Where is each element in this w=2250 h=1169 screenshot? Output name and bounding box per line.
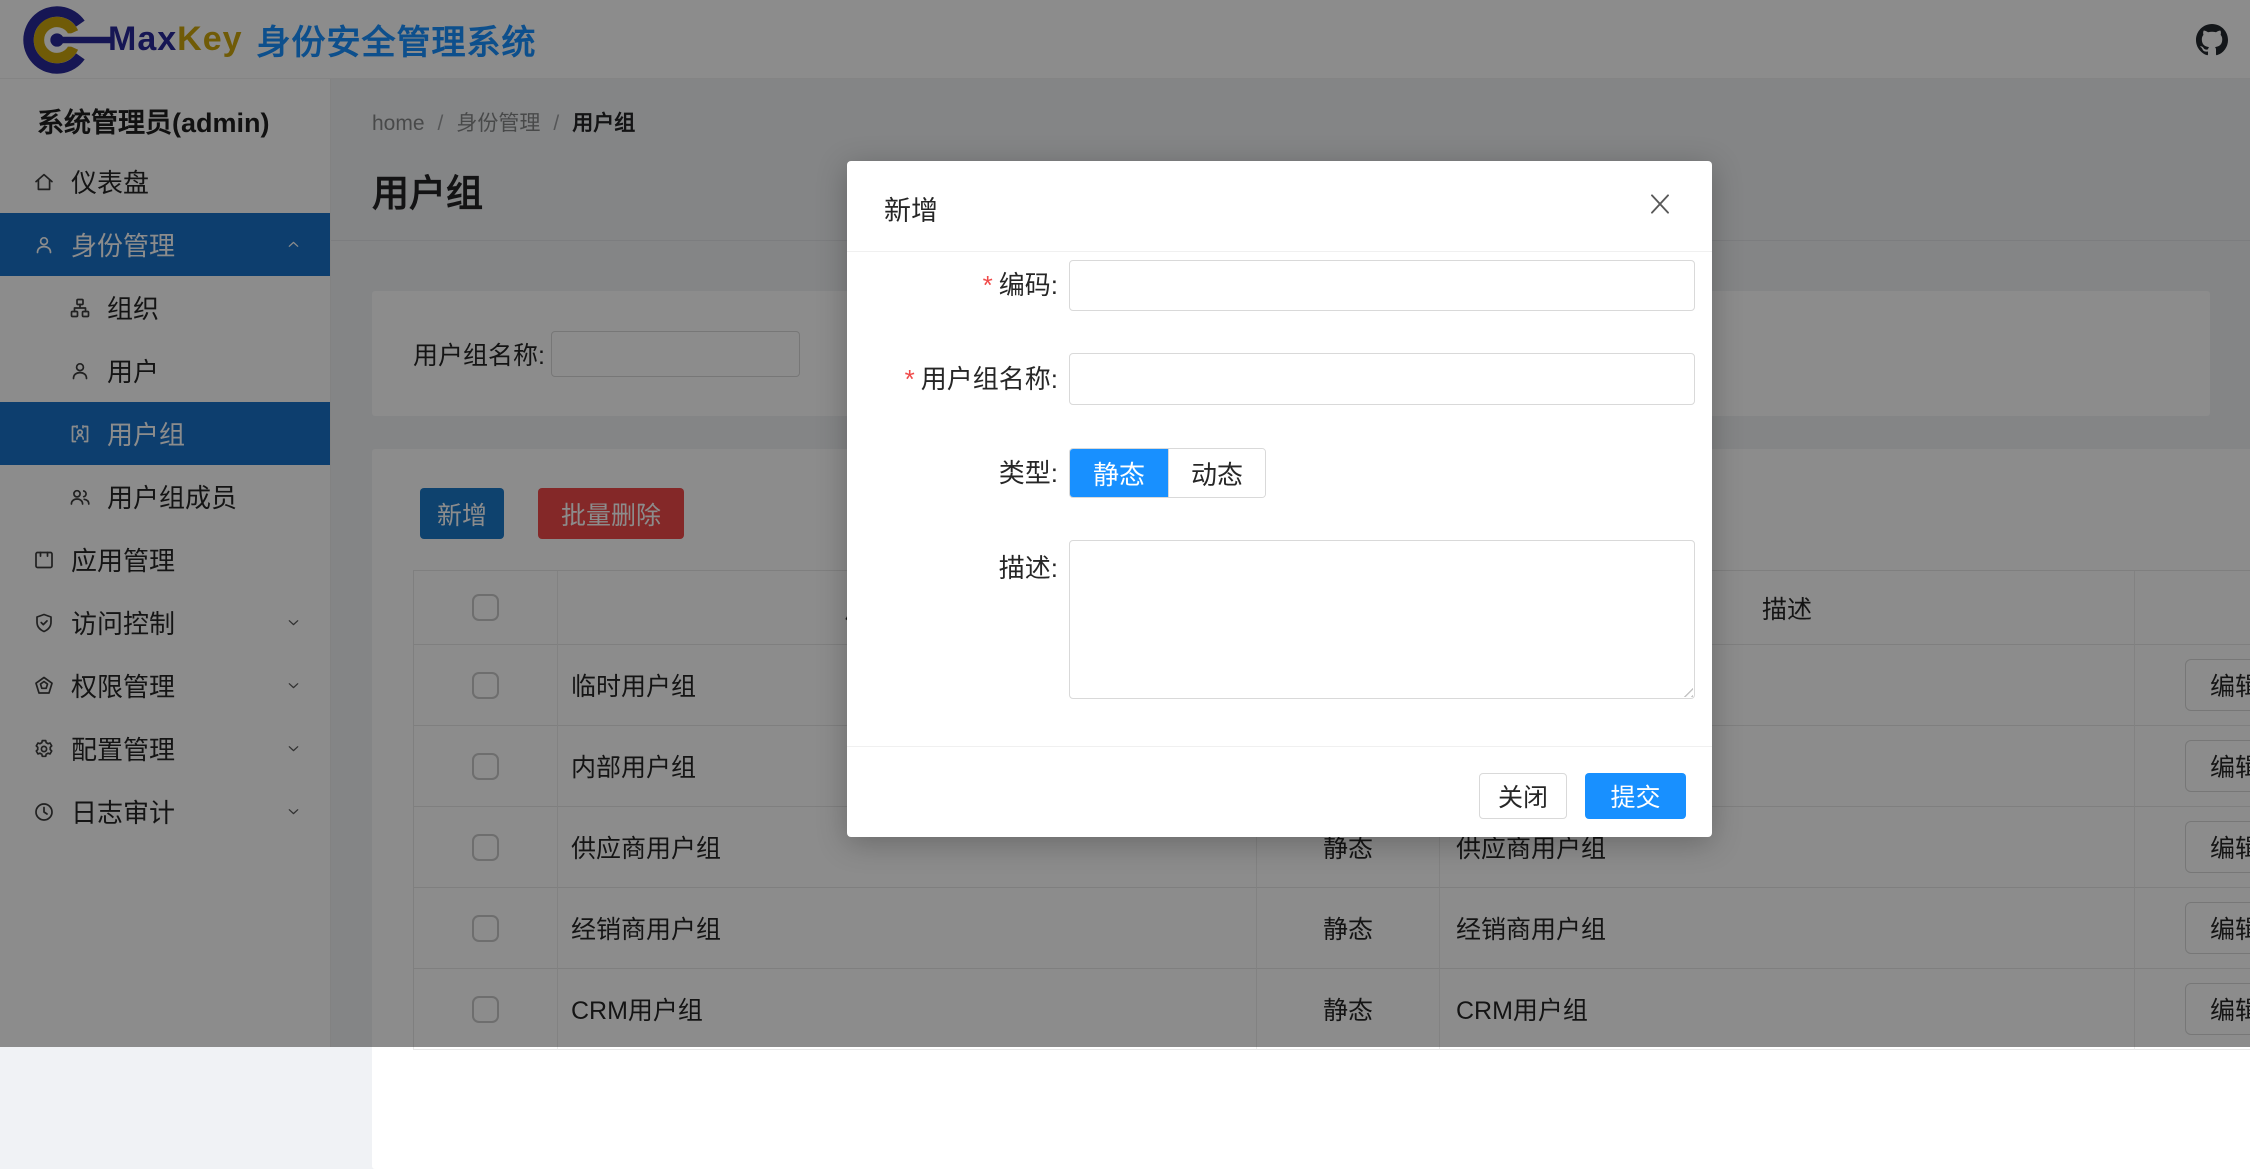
group-name-label: *用户组名称: <box>847 359 1058 399</box>
close-icon[interactable] <box>1644 188 1676 220</box>
required-marker: * <box>983 270 993 300</box>
submit-button[interactable]: 提交 <box>1585 773 1686 819</box>
description-textarea[interactable] <box>1069 540 1695 699</box>
modal-header: 新增 <box>847 161 1712 252</box>
type-option-0[interactable]: 静态 <box>1070 449 1168 497</box>
code-input[interactable] <box>1069 260 1695 311</box>
code-label: *编码: <box>847 265 1058 305</box>
group-name-input[interactable] <box>1069 353 1695 405</box>
description-label: 描述: <box>847 548 1058 588</box>
add-group-modal: 新增 *编码: *用户组名称: 类型: 静态动态 描述: 关闭 提交 <box>847 161 1712 837</box>
type-label: 类型: <box>847 453 1058 493</box>
modal-title: 新增 <box>884 189 938 228</box>
modal-footer: 关闭 提交 <box>847 746 1712 837</box>
close-button[interactable]: 关闭 <box>1479 773 1567 819</box>
type-option-1[interactable]: 动态 <box>1168 449 1265 497</box>
type-toggle: 静态动态 <box>1069 448 1266 498</box>
